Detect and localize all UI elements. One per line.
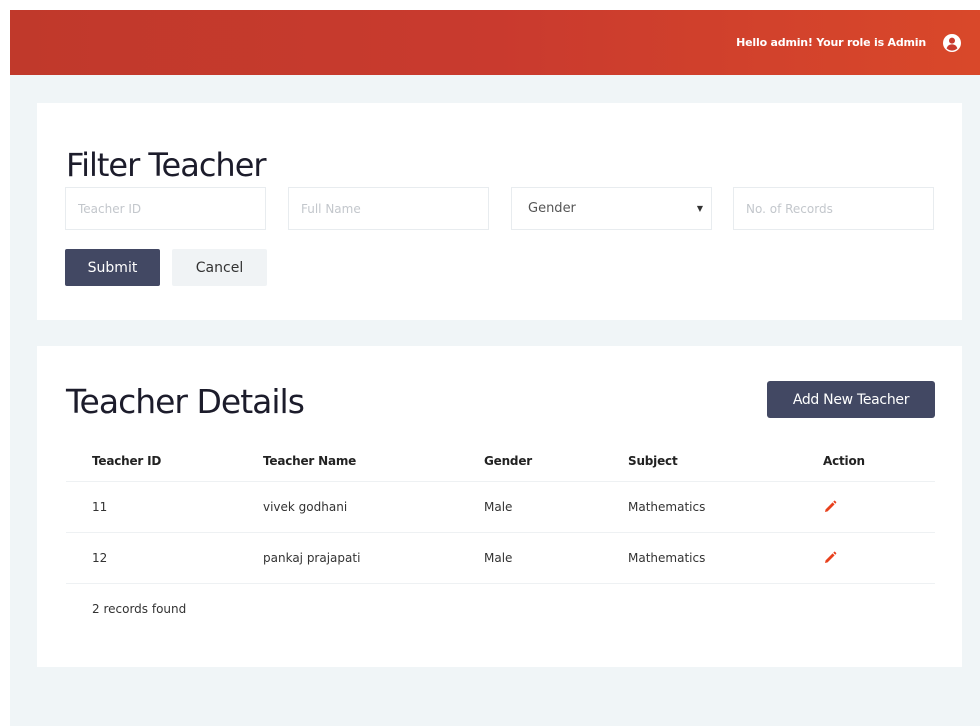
greeting-text: Hello admin! Your role is Admin xyxy=(736,36,926,49)
column-header: Teacher ID xyxy=(92,453,162,468)
subject-cell: Mathematics xyxy=(628,551,706,565)
filter-card: Filter Teacher Gender ▼ Submit Cancel xyxy=(37,103,962,320)
top-header-bar: Hello admin! Your role is Admin xyxy=(10,10,980,75)
gender-cell: Male xyxy=(484,500,513,514)
add-new-teacher-button[interactable]: Add New Teacher xyxy=(767,381,935,418)
teacher-table: Teacher ID Teacher Name Gender Subject A… xyxy=(66,440,935,584)
submit-button[interactable]: Submit xyxy=(65,249,160,286)
filter-title: Filter Teacher xyxy=(66,146,267,184)
cancel-button[interactable]: Cancel xyxy=(172,249,267,286)
table-row: 12 pankaj prajapati Male Mathematics xyxy=(66,533,935,584)
edit-pencil-icon[interactable] xyxy=(823,500,837,514)
table-header-row: Teacher ID Teacher Name Gender Subject A… xyxy=(66,440,935,482)
records-found-text: 2 records found xyxy=(92,602,187,616)
teacher-id-cell: 12 xyxy=(92,551,108,565)
gender-cell: Male xyxy=(484,551,513,565)
details-title: Teacher Details xyxy=(66,382,305,421)
column-header: Action xyxy=(823,453,865,468)
caret-down-icon: ▼ xyxy=(696,204,703,213)
column-header: Teacher Name xyxy=(263,453,357,468)
teacher-details-card: Teacher Details Add New Teacher Teacher … xyxy=(37,346,962,667)
column-header: Gender xyxy=(484,453,532,468)
page: Hello admin! Your role is Admin Filter T… xyxy=(10,10,980,726)
column-header: Subject xyxy=(628,453,678,468)
teacher-name-cell: pankaj prajapati xyxy=(263,551,361,565)
subject-cell: Mathematics xyxy=(628,500,706,514)
gender-select[interactable]: Gender ▼ xyxy=(511,187,712,230)
gender-select-value: Gender xyxy=(528,201,576,216)
full-name-input[interactable] xyxy=(288,187,489,230)
records-count-input[interactable] xyxy=(733,187,934,230)
action-cell xyxy=(823,533,837,583)
table-row: 11 vivek godhani Male Mathematics xyxy=(66,482,935,533)
action-cell xyxy=(823,482,837,532)
user-circle-icon[interactable] xyxy=(942,33,962,53)
teacher-id-input[interactable] xyxy=(65,187,266,230)
teacher-name-cell: vivek godhani xyxy=(263,500,348,514)
teacher-id-cell: 11 xyxy=(92,500,108,514)
edit-pencil-icon[interactable] xyxy=(823,551,837,565)
